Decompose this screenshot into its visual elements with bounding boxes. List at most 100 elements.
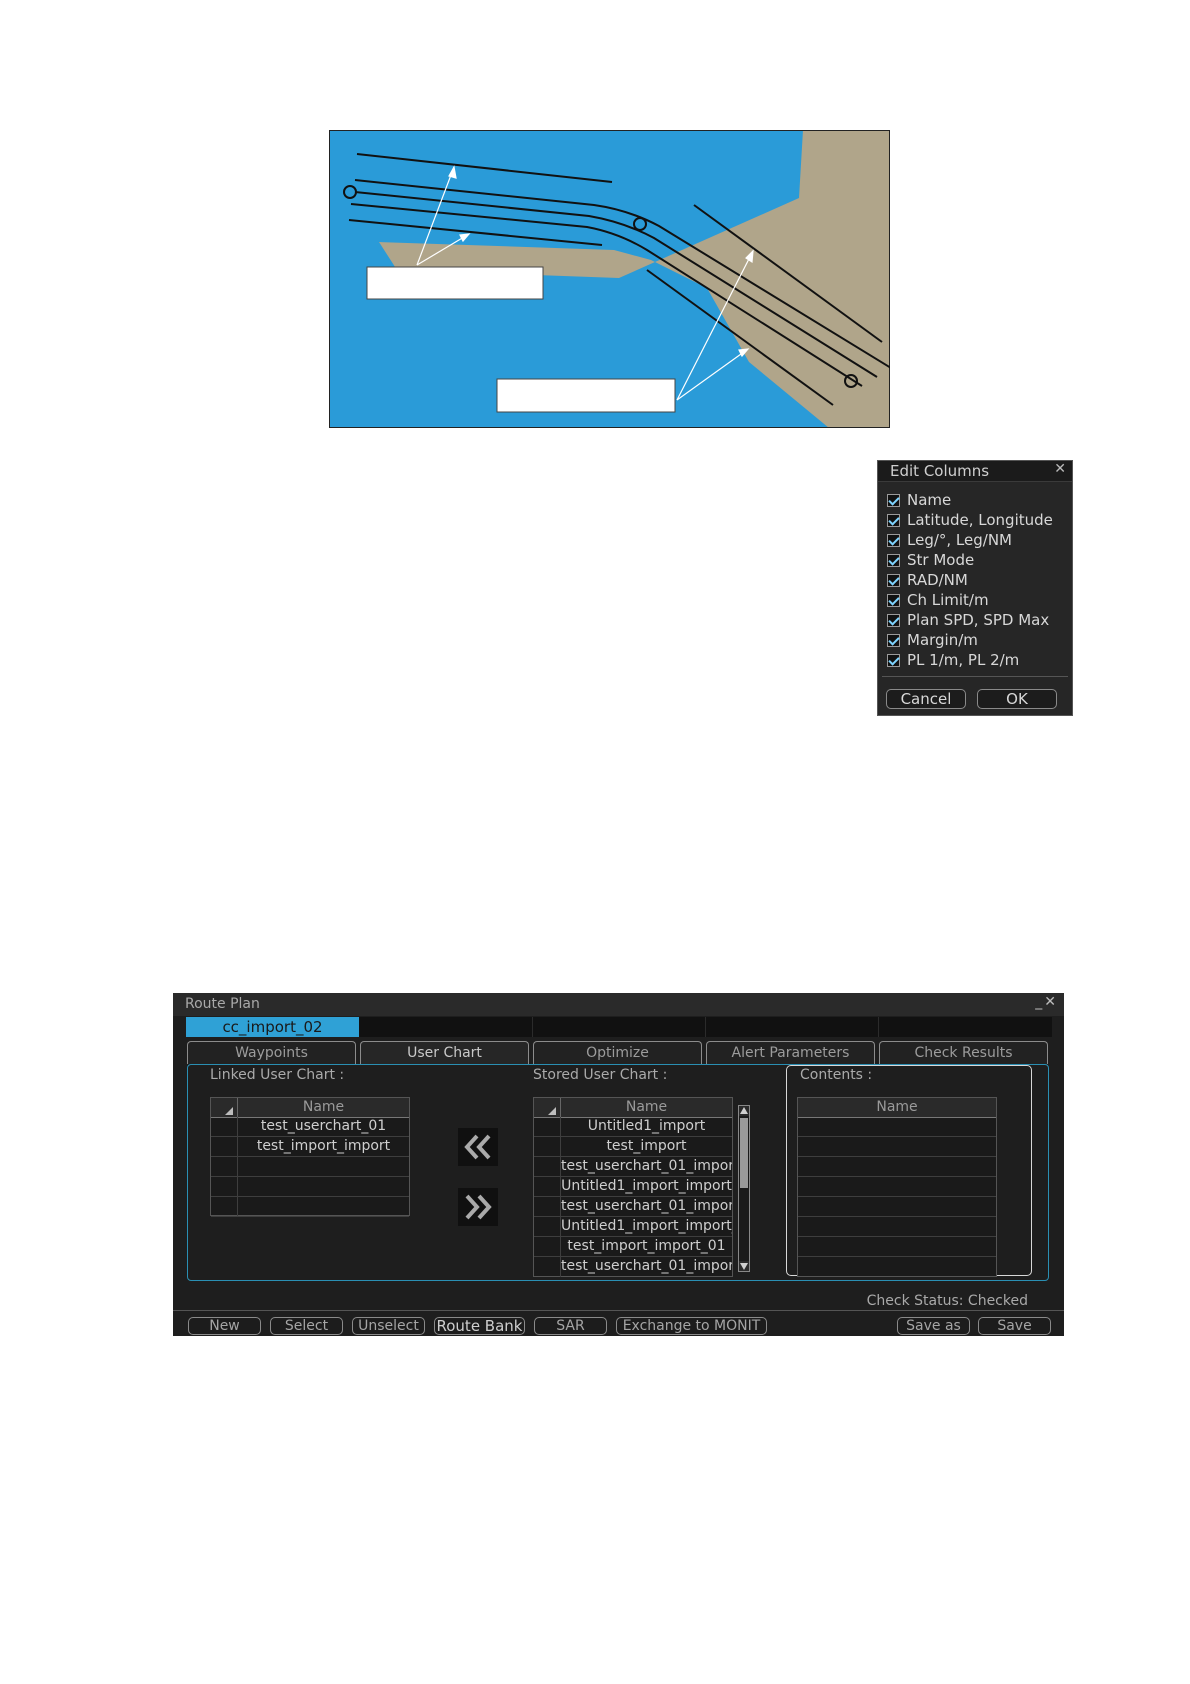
contents-label: Contents :	[800, 1067, 873, 1083]
route-tab-selected[interactable]: cc_import_02	[186, 1017, 359, 1037]
unselect-button[interactable]: Unselect	[352, 1317, 425, 1335]
table-row[interactable]: test_import	[534, 1137, 732, 1157]
column-option-plan-spd[interactable]: Plan SPD, SPD Max	[887, 610, 1049, 630]
table-row[interactable]	[798, 1157, 996, 1177]
linked-user-chart-label: Linked User Chart :	[210, 1067, 345, 1083]
checkbox-label: PL 1/m, PL 2/m	[907, 651, 1020, 669]
checkbox-label: Name	[907, 491, 952, 509]
column-header-name[interactable]: Name	[238, 1098, 409, 1117]
column-option-rad[interactable]: RAD/NM	[887, 570, 968, 590]
table-row[interactable]: test_import_import	[211, 1137, 409, 1157]
row-name-cell: test_userchart_01_import	[561, 1158, 732, 1174]
table-row[interactable]: Untitled1_import	[534, 1117, 732, 1137]
row-name-cell: test_userchart_01_import..	[561, 1198, 732, 1214]
ok-button[interactable]: OK	[977, 689, 1057, 709]
table-row[interactable]	[798, 1117, 996, 1137]
divider	[878, 1017, 879, 1037]
double-chevron-right-icon	[465, 1194, 492, 1220]
tab-alert-parameters[interactable]: Alert Parameters	[706, 1041, 875, 1064]
table-header: Name	[798, 1098, 996, 1118]
row-index-cell	[534, 1257, 561, 1277]
scroll-up-icon[interactable]	[739, 1106, 749, 1116]
tab-user-chart[interactable]: User Chart	[360, 1041, 529, 1064]
link-left-button[interactable]	[458, 1128, 498, 1166]
route-plan-window: Route Plan _✕ cc_import_02 Waypoints Use…	[173, 993, 1064, 1336]
callout-box	[496, 378, 676, 413]
tab-optimize[interactable]: Optimize	[533, 1041, 702, 1064]
sort-corner-icon[interactable]	[534, 1098, 561, 1117]
column-option-leg[interactable]: Leg/°, Leg/NM	[887, 530, 1012, 550]
checkbox-label: RAD/NM	[907, 571, 968, 589]
cancel-button[interactable]: Cancel	[886, 689, 966, 709]
column-header-name[interactable]: Name	[561, 1098, 732, 1117]
new-button[interactable]: New	[188, 1317, 261, 1335]
bottom-toolbar: New Select Unselect Route Bank SAR Excha…	[173, 1310, 1064, 1337]
route-bank-button[interactable]: Route Bank	[434, 1317, 525, 1335]
sort-corner-icon[interactable]	[211, 1098, 238, 1117]
column-option-pl[interactable]: PL 1/m, PL 2/m	[887, 650, 1019, 670]
table-row[interactable]	[798, 1177, 996, 1197]
tab-check-results[interactable]: Check Results	[879, 1041, 1048, 1064]
row-name-cell: Untitled1_import	[587, 1118, 706, 1134]
unlink-right-button[interactable]	[458, 1188, 498, 1226]
sar-button[interactable]: SAR	[534, 1317, 607, 1335]
table-row[interactable]: test_userchart_01_import	[534, 1157, 732, 1177]
column-option-lat-lon[interactable]: Latitude, Longitude	[887, 510, 1053, 530]
table-row[interactable]	[798, 1137, 996, 1157]
minimize-icon[interactable]: _	[1035, 994, 1044, 1010]
table-row[interactable]	[211, 1177, 409, 1197]
row-name-cell: test_userchart_01_import..	[561, 1258, 732, 1274]
table-row[interactable]: test_userchart_01_import..	[534, 1257, 732, 1277]
row-index-cell	[534, 1217, 561, 1237]
scroll-down-icon[interactable]	[739, 1261, 749, 1271]
row-name-cell	[798, 1217, 996, 1236]
table-row[interactable]	[211, 1197, 409, 1217]
dialog-title: Edit Columns	[890, 462, 990, 480]
row-name-cell: test_import	[606, 1138, 687, 1154]
table-row[interactable]	[211, 1157, 409, 1177]
table-row[interactable]: Untitled1_import_import	[534, 1177, 732, 1197]
table-row[interactable]: Untitled1_import_import_..	[534, 1217, 732, 1237]
checkbox[interactable]	[887, 553, 900, 567]
close-icon[interactable]: ✕	[1044, 994, 1058, 1010]
save-button[interactable]: Save	[978, 1317, 1051, 1335]
row-name-cell	[798, 1257, 996, 1276]
table-row[interactable]: test_import_import_01	[534, 1237, 732, 1257]
checkbox[interactable]	[887, 513, 900, 527]
row-index-cell	[534, 1157, 561, 1177]
close-icon[interactable]: ✕	[1054, 461, 1066, 477]
select-button[interactable]: Select	[270, 1317, 343, 1335]
table-row[interactable]: test_userchart_01	[211, 1117, 409, 1137]
checkbox[interactable]	[887, 493, 900, 507]
table-row[interactable]	[798, 1257, 996, 1277]
stored-table-scrollbar[interactable]	[738, 1105, 750, 1272]
checkbox[interactable]	[887, 593, 900, 607]
column-option-ch-limit[interactable]: Ch Limit/m	[887, 590, 989, 610]
checkbox[interactable]	[887, 653, 900, 667]
table-row[interactable]: test_userchart_01_import..	[534, 1197, 732, 1217]
table-row[interactable]	[798, 1197, 996, 1217]
divider	[705, 1017, 706, 1037]
save-as-button[interactable]: Save as	[897, 1317, 970, 1335]
table-row[interactable]	[798, 1217, 996, 1237]
checkbox[interactable]	[887, 613, 900, 627]
column-option-name[interactable]: Name	[887, 490, 951, 510]
window-title: Route Plan	[185, 996, 260, 1012]
exchange-to-monit-button[interactable]: Exchange to MONIT	[616, 1317, 767, 1335]
window-controls: _✕	[1035, 994, 1058, 1010]
checkbox[interactable]	[887, 573, 900, 587]
divider	[532, 1017, 533, 1037]
window-title-bar: Route Plan _✕	[173, 993, 1064, 1016]
divider	[882, 676, 1068, 677]
row-name-cell	[798, 1177, 996, 1196]
tab-waypoints[interactable]: Waypoints	[187, 1041, 356, 1064]
checkbox[interactable]	[887, 633, 900, 647]
table-row[interactable]	[798, 1237, 996, 1257]
table-header: Name	[534, 1098, 732, 1118]
checkbox[interactable]	[887, 533, 900, 547]
scrollbar-thumb[interactable]	[740, 1118, 748, 1188]
column-option-margin[interactable]: Margin/m	[887, 630, 978, 650]
dialog-title-bar: Edit Columns ✕	[878, 461, 1072, 482]
column-option-str-mode[interactable]: Str Mode	[887, 550, 974, 570]
column-header-name[interactable]: Name	[798, 1098, 996, 1117]
